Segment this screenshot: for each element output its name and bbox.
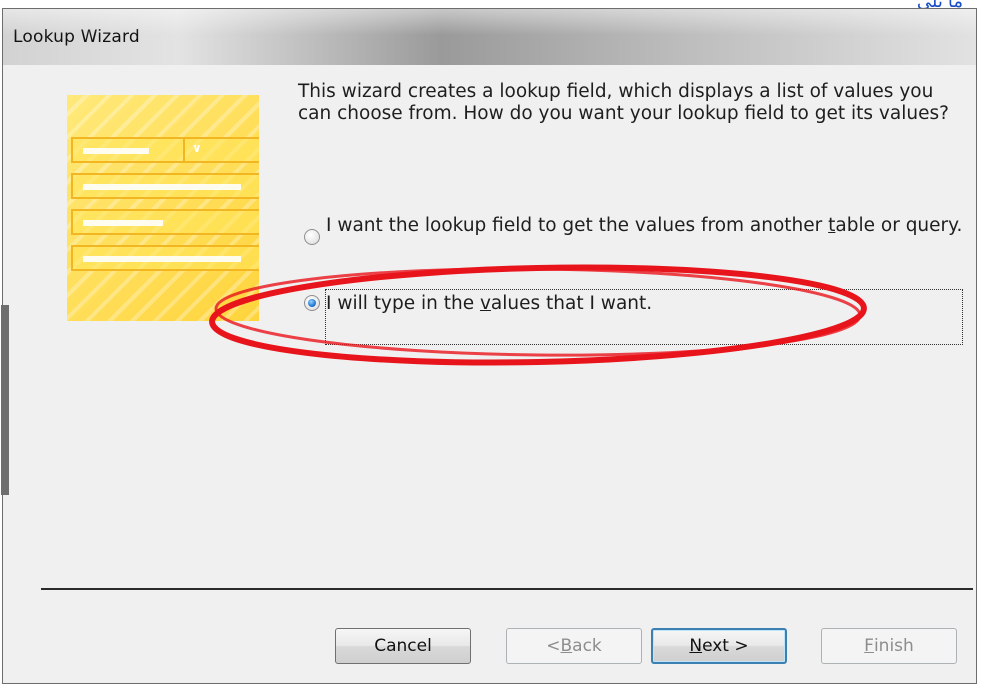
left-edge bbox=[1, 305, 9, 495]
top-strip: ما يلي bbox=[0, 0, 981, 11]
illustration-dropdown-icon: ∨ bbox=[183, 139, 213, 161]
option-label[interactable]: I want the lookup field to get the value… bbox=[326, 215, 966, 237]
illustration-stripes bbox=[67, 95, 259, 321]
illustration-list-row bbox=[71, 209, 259, 235]
illustration-list-row bbox=[71, 245, 259, 271]
lookup-illustration-icon: ∨ bbox=[67, 95, 259, 321]
separator-line bbox=[41, 588, 973, 590]
window-title: Lookup Wizard bbox=[13, 27, 140, 47]
finish-button[interactable]: Finish bbox=[821, 628, 957, 664]
title-bar[interactable]: Lookup Wizard bbox=[3, 9, 976, 65]
illustration-bar bbox=[83, 220, 163, 226]
next-button[interactable]: Next > bbox=[651, 628, 787, 664]
focus-rectangle bbox=[325, 289, 963, 345]
illustration-bar bbox=[83, 184, 241, 190]
cancel-button[interactable]: Cancel bbox=[335, 628, 471, 664]
illustration-combo-row: ∨ bbox=[71, 137, 259, 163]
radio-from-table[interactable] bbox=[304, 229, 320, 245]
illustration-list-row bbox=[71, 173, 259, 199]
illustration-bar bbox=[83, 256, 241, 262]
back-button[interactable]: < Back bbox=[506, 628, 642, 664]
lookup-wizard-dialog: Lookup Wizard ∨ This wizard creates a lo… bbox=[1, 8, 977, 684]
wizard-intro-text: This wizard creates a lookup field, whic… bbox=[298, 81, 949, 124]
radio-type-values[interactable] bbox=[304, 295, 320, 311]
illustration-bar bbox=[83, 148, 149, 154]
wizard-body: ∨ This wizard creates a lookup field, wh… bbox=[1, 65, 973, 677]
